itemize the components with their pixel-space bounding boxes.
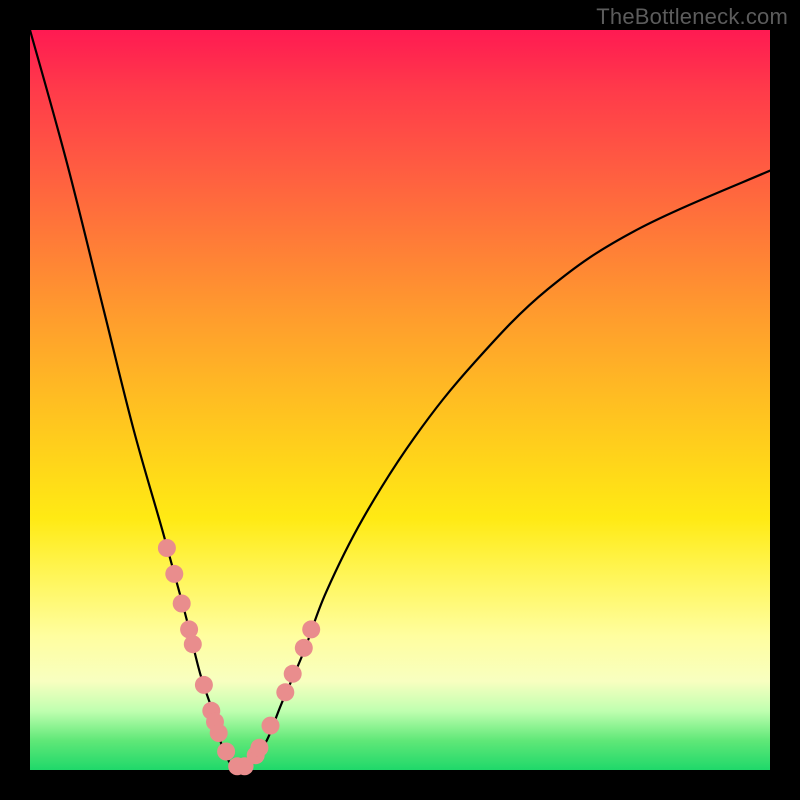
highlight-dot (250, 739, 268, 757)
highlight-dot (210, 724, 228, 742)
highlight-dot (165, 565, 183, 583)
curve-layer (30, 30, 770, 770)
highlight-dot (195, 676, 213, 694)
highlight-dot (284, 665, 302, 683)
highlight-dots (158, 539, 320, 775)
plot-area (30, 30, 770, 770)
bottleneck-curve (30, 30, 770, 771)
watermark-text: TheBottleneck.com (596, 4, 788, 30)
highlight-dot (262, 717, 280, 735)
highlight-dot (295, 639, 313, 657)
highlight-dot (217, 743, 235, 761)
highlight-dot (276, 683, 294, 701)
highlight-dot (173, 595, 191, 613)
chart-frame: TheBottleneck.com (0, 0, 800, 800)
highlight-dot (302, 620, 320, 638)
highlight-dot (184, 635, 202, 653)
highlight-dot (158, 539, 176, 557)
